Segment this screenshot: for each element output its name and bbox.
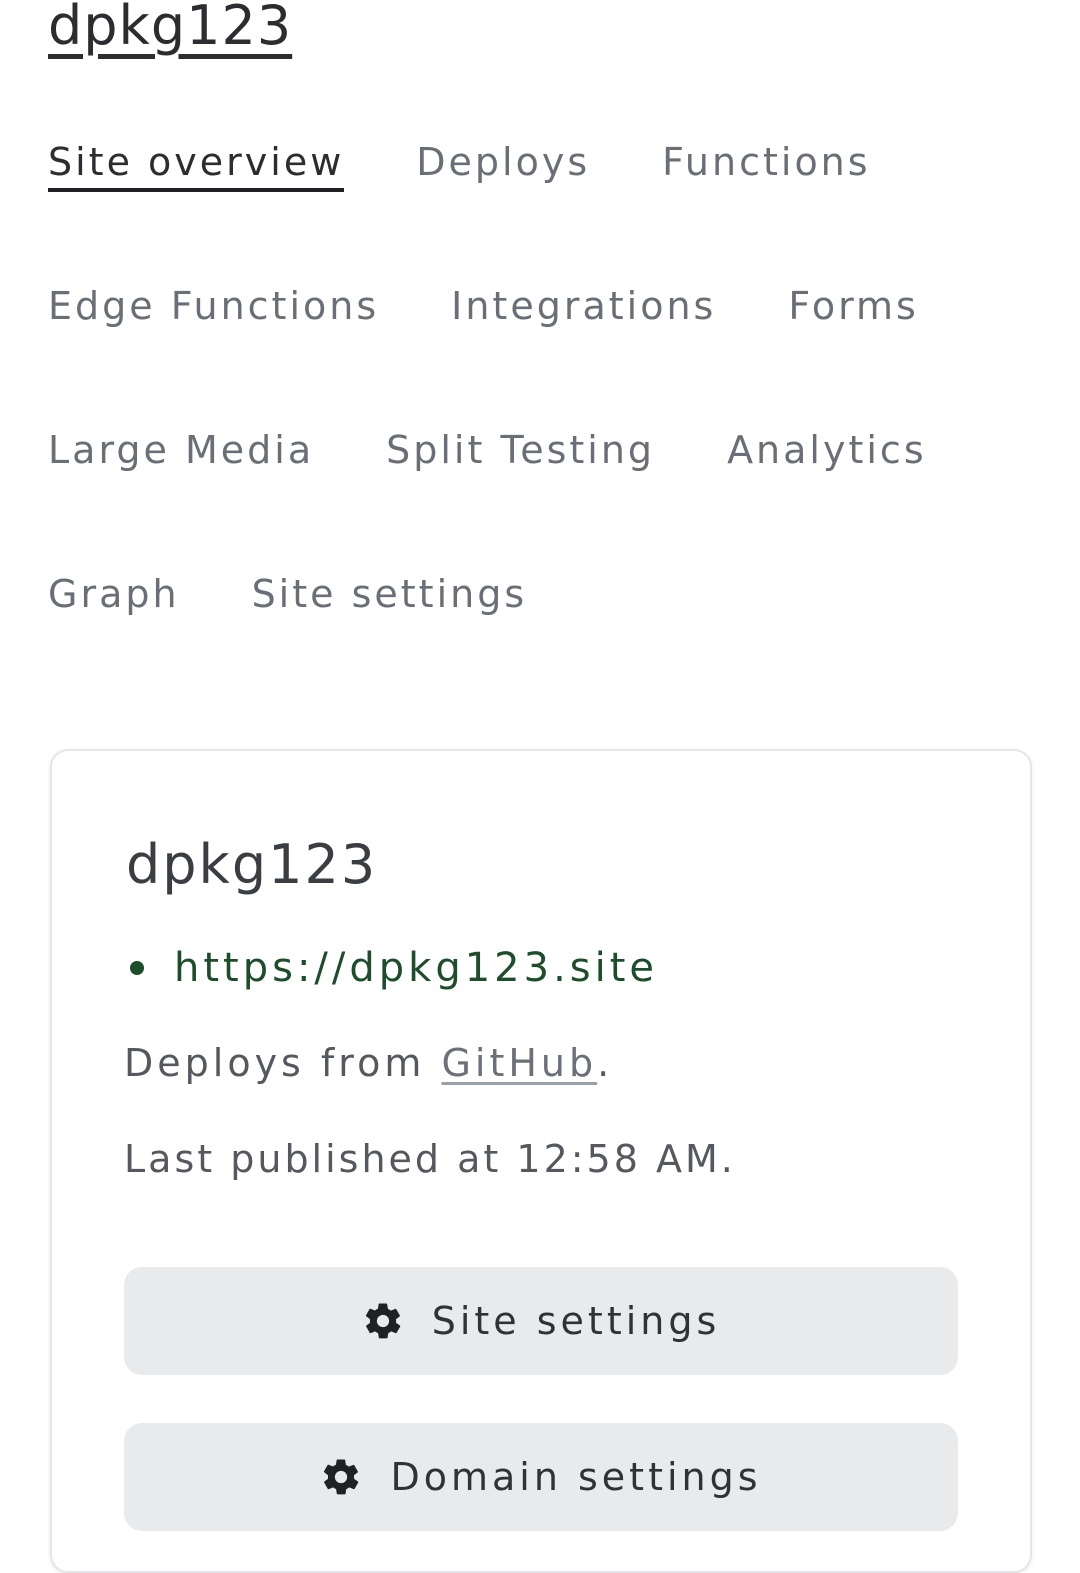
nav-row: Graph Site settings	[48, 572, 1048, 716]
nav-item-graph[interactable]: Graph	[48, 572, 180, 620]
github-link[interactable]: GitHub	[441, 1041, 597, 1085]
site-url-link[interactable]: https://dpkg123.site	[174, 945, 658, 991]
last-published-text: Last published at 12:58 AM.	[124, 1137, 736, 1181]
nav-row: Edge Functions Integrations Forms	[48, 284, 1048, 428]
domain-settings-button[interactable]: Domain settings	[124, 1423, 958, 1531]
status-dot-icon	[130, 961, 144, 975]
nav-item-large-media[interactable]: Large Media	[48, 428, 314, 476]
nav-item-site-settings[interactable]: Site settings	[252, 572, 528, 620]
nav-item-deploys[interactable]: Deploys	[416, 140, 590, 188]
site-nav: Site overview Deploys Functions Edge Fun…	[48, 140, 1048, 716]
deploys-suffix: .	[597, 1041, 614, 1085]
nav-item-analytics[interactable]: Analytics	[727, 428, 927, 476]
nav-item-edge-functions[interactable]: Edge Functions	[48, 284, 379, 332]
deploys-prefix: Deploys from	[124, 1041, 442, 1085]
card-site-name: dpkg123	[126, 833, 378, 896]
nav-item-integrations[interactable]: Integrations	[451, 284, 716, 332]
deploys-source-text: Deploys from GitHub.	[124, 1041, 613, 1085]
gear-icon	[324, 1459, 359, 1495]
site-title-link[interactable]: dpkg123	[48, 0, 292, 57]
nav-item-site-overview[interactable]: Site overview	[48, 140, 345, 192]
site-settings-button[interactable]: Site settings	[124, 1267, 958, 1375]
nav-item-forms[interactable]: Forms	[788, 284, 919, 332]
site-url-line: https://dpkg123.site	[130, 945, 658, 991]
site-settings-button-label: Site settings	[431, 1299, 721, 1343]
domain-settings-button-label: Domain settings	[390, 1455, 762, 1499]
nav-item-functions[interactable]: Functions	[662, 140, 870, 188]
gear-icon	[365, 1303, 400, 1339]
nav-row: Site overview Deploys Functions	[48, 140, 1048, 284]
nav-item-split-testing[interactable]: Split Testing	[386, 428, 655, 476]
nav-row: Large Media Split Testing Analytics	[48, 428, 1048, 572]
site-overview-card: dpkg123 https://dpkg123.site Deploys fro…	[50, 749, 1032, 1573]
